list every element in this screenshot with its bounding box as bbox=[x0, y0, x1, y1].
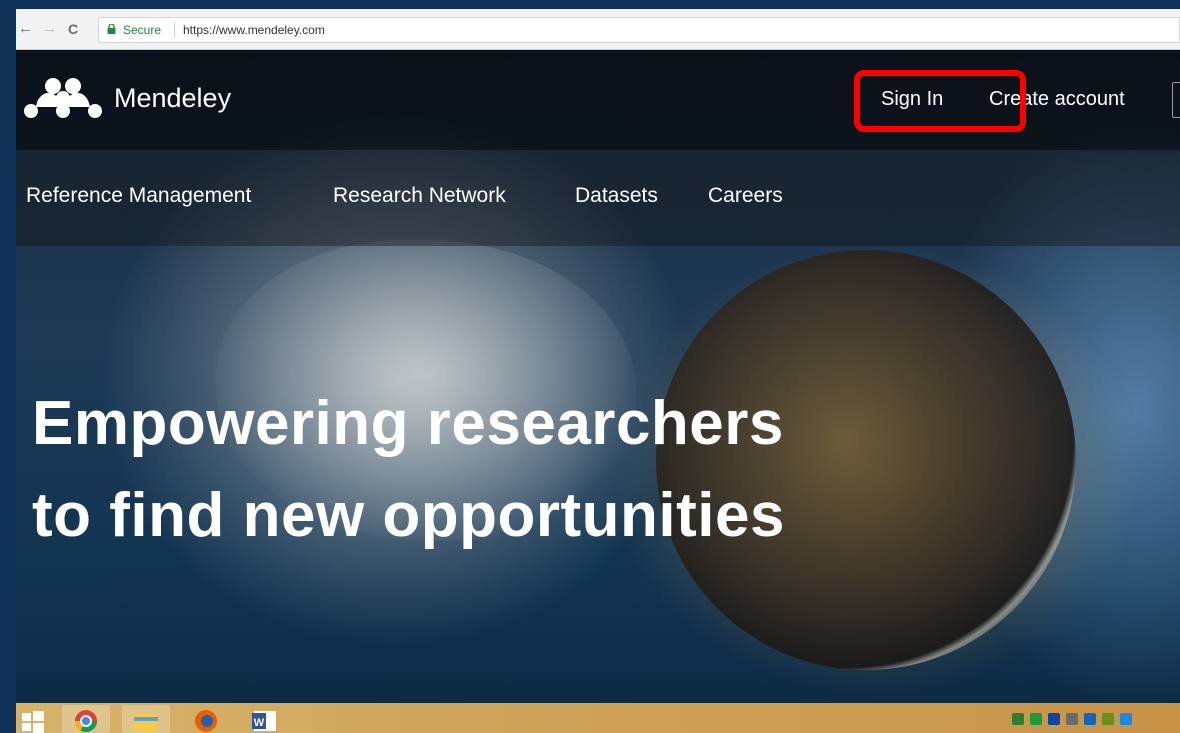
sign-in-highlight-box bbox=[854, 70, 1026, 132]
nav-datasets[interactable]: Datasets bbox=[575, 182, 658, 210]
mendeley-page: Mendeley Sign In Create account Referenc… bbox=[16, 50, 1180, 703]
firefox-icon[interactable] bbox=[182, 705, 230, 733]
forward-button[interactable]: → bbox=[42, 19, 57, 39]
hero-heading-line-1: Empowering researchers bbox=[32, 389, 784, 458]
back-button[interactable]: ← bbox=[18, 19, 33, 39]
secure-label: Secure bbox=[123, 23, 162, 37]
address-separator bbox=[174, 22, 175, 38]
browser-toolbar: ← → C Secure https://www.mendeley.com bbox=[16, 9, 1180, 50]
reload-button[interactable]: C bbox=[68, 19, 78, 39]
tray-icon-1[interactable] bbox=[1012, 713, 1024, 725]
file-explorer-icon[interactable] bbox=[122, 705, 170, 733]
tray-icon-2[interactable] bbox=[1030, 713, 1042, 725]
tray-icon-6[interactable] bbox=[1102, 713, 1114, 725]
brand-name[interactable]: Mendeley bbox=[114, 81, 231, 115]
tray-icon-5[interactable] bbox=[1084, 713, 1096, 725]
nav-careers[interactable]: Careers bbox=[708, 182, 783, 210]
tray-icon-4[interactable] bbox=[1066, 713, 1078, 725]
lock-icon bbox=[107, 24, 116, 34]
url-text[interactable]: https://www.mendeley.com bbox=[183, 22, 325, 38]
start-icon[interactable] bbox=[18, 705, 46, 733]
svg-text:W: W bbox=[254, 717, 265, 729]
tray-icon-3[interactable] bbox=[1048, 713, 1060, 725]
chrome-icon[interactable] bbox=[62, 705, 110, 733]
nav-reference-management[interactable]: Reference Management bbox=[26, 182, 251, 210]
address-bar[interactable]: Secure https://www.mendeley.com bbox=[98, 17, 1180, 43]
mendeley-logo-icon[interactable] bbox=[24, 77, 102, 119]
header-cut-off-button[interactable] bbox=[1172, 82, 1180, 118]
astronaut-helmet-image bbox=[656, 250, 1076, 670]
word-icon[interactable]: W bbox=[242, 705, 290, 733]
tray-icon-7[interactable] bbox=[1120, 713, 1132, 725]
windows-taskbar: W bbox=[16, 703, 1180, 733]
nav-research-network[interactable]: Research Network bbox=[333, 182, 506, 210]
hero-heading-line-2: to find new opportunities bbox=[32, 481, 785, 550]
